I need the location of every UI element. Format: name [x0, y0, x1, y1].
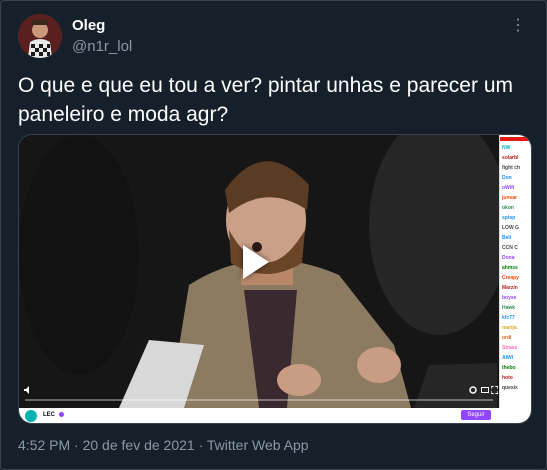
chat-username[interactable]: kfc77 [502, 315, 515, 321]
chat-username[interactable]: Strass [502, 345, 517, 351]
tweet-time[interactable]: 4:52 PM [18, 437, 70, 453]
chat-line: thebo [500, 363, 531, 373]
chat-username[interactable]: Don [502, 175, 512, 181]
chat-line: boyse [500, 293, 531, 303]
chat-line: sptsp [500, 213, 531, 223]
fullscreen-icon[interactable] [491, 386, 498, 394]
chat-line: Dona [500, 253, 531, 263]
chat-username[interactable]: LOW G [502, 225, 519, 231]
twitch-chat-panel: NW solarbl fight ch Don oWifi junvar okon sptsp… [499, 135, 531, 408]
video-player[interactable]: NW solarbl fight ch Don oWifi junvar okon sptsp… [18, 134, 532, 424]
chat-line: kfc77 [500, 313, 531, 323]
more-options-icon[interactable]: ⋮ [510, 15, 527, 35]
author-name[interactable]: Oleg [72, 17, 105, 34]
chat-line: NW [500, 143, 531, 153]
follow-button[interactable]: Seguir [461, 410, 491, 420]
chat-username[interactable]: solarbl [502, 155, 518, 161]
chat-username[interactable]: Dona [502, 255, 515, 261]
author-handle[interactable]: @n1r_lol [72, 38, 132, 55]
chat-username[interactable]: NW [502, 145, 510, 151]
chat-line: Creapy [500, 273, 531, 283]
chat-line: fight ch [500, 163, 531, 173]
video-frame[interactable] [19, 135, 499, 408]
separator: · [74, 437, 79, 453]
chat-line: Hawk [500, 303, 531, 313]
chat-line: Bell [500, 233, 531, 243]
chat-line: oWifi [500, 183, 531, 193]
chat-username[interactable]: ordi [502, 335, 511, 341]
channel-name: LEC [43, 412, 55, 418]
lec-logo-icon [25, 410, 37, 422]
volume-icon[interactable] [24, 386, 32, 394]
chat-line: solarbl [500, 153, 531, 163]
avatar[interactable] [18, 14, 62, 58]
twitch-channel-bar: LEC Seguir [19, 408, 531, 423]
chat-username[interactable]: fight ch [502, 165, 520, 171]
captions-icon[interactable] [481, 386, 489, 394]
chat-username[interactable]: sptsp [502, 215, 515, 221]
separator: · [198, 437, 204, 453]
chat-username[interactable]: quesix [502, 385, 518, 391]
tweet-card: Oleg @n1r_lol ⋮ O que e que eu tou a ver… [0, 0, 547, 470]
chat-line: junvar [500, 193, 531, 203]
chat-username[interactable]: Marzin [502, 285, 518, 291]
chat-username[interactable]: Hawk [502, 305, 515, 311]
live-badge [500, 137, 530, 141]
tweet-timestamp: 4:52 PM · 20 de fev de 2021 · Twitter We… [18, 437, 309, 453]
chat-line: LOW G [500, 223, 531, 233]
chat-line: hoto [500, 373, 531, 383]
chat-username[interactable]: oWifi [502, 185, 514, 191]
chat-line: CCN C [500, 243, 531, 253]
chat-line: AIWI [500, 353, 531, 363]
chat-line: ahmss [500, 263, 531, 273]
chat-username[interactable]: okon [502, 205, 514, 211]
chat-line: Don [500, 173, 531, 183]
play-icon[interactable] [243, 245, 269, 279]
chat-username[interactable]: junvar [502, 195, 517, 201]
avatar-image [18, 14, 62, 58]
tweet-source[interactable]: Twitter Web App [207, 437, 309, 453]
chat-line: quesix [500, 383, 531, 393]
chat-username[interactable]: ahmss [502, 265, 518, 271]
verified-icon [59, 412, 64, 417]
chat-line: Marzin [500, 283, 531, 293]
chat-lines: NW solarbl fight ch Don oWifi junvar okon sptsp… [500, 135, 531, 393]
chat-line: Strass [500, 343, 531, 353]
chat-line: marija [500, 323, 531, 333]
video-progress-bar[interactable] [25, 399, 493, 401]
tweet-text: O que e que eu tou a ver? pintar unhas e… [18, 74, 513, 126]
chat-username[interactable]: AIWI [502, 355, 513, 361]
chat-username[interactable]: CCN C [502, 245, 518, 251]
chat-username[interactable]: thebo [502, 365, 516, 371]
chat-line: okon [500, 203, 531, 213]
chat-username[interactable]: Bell [502, 235, 511, 241]
tweet-date[interactable]: 20 de fev de 2021 [83, 437, 195, 453]
chat-username[interactable]: boyse [502, 295, 516, 301]
chat-username[interactable]: marija [502, 325, 517, 331]
chat-line: ordi [500, 333, 531, 343]
chat-username[interactable]: hoto [502, 375, 513, 381]
chat-username[interactable]: Creapy [502, 275, 519, 281]
settings-icon[interactable] [469, 386, 477, 394]
